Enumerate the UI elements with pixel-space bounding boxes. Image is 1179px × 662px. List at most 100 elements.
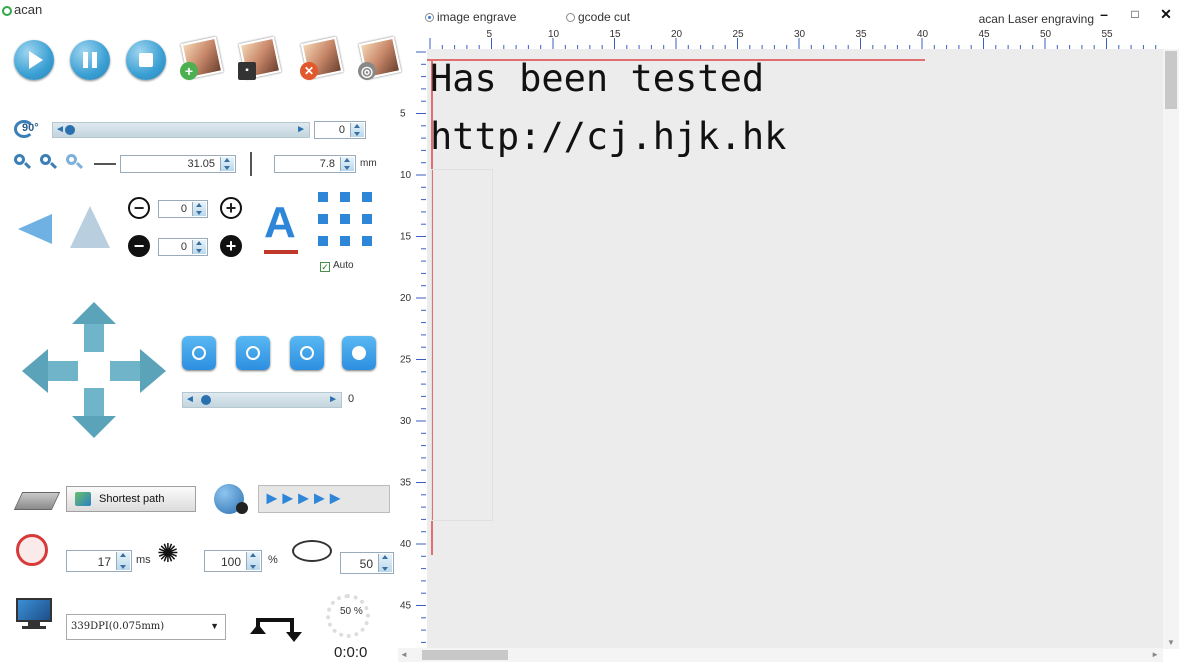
network-icon[interactable]: [212, 484, 250, 516]
ruler-top-label: 10: [548, 29, 560, 40]
chevron-down-icon: ▼: [210, 621, 219, 631]
auto-label: Auto: [333, 260, 354, 271]
mode-2-button[interactable]: [236, 336, 270, 370]
move-slider-value: 0: [348, 393, 355, 405]
move-left-icon[interactable]: [22, 349, 48, 393]
horizontal-scrollbar[interactable]: ◄ ►: [398, 648, 1163, 662]
monitor-icon: [16, 598, 54, 632]
image-engrave-label[interactable]: image engrave: [437, 10, 516, 24]
stop-icon: [139, 53, 153, 67]
text-tool-icon[interactable]: A: [262, 198, 302, 258]
minimize-button[interactable]: –: [1095, 6, 1113, 22]
ruler-top-label: 55: [1102, 29, 1114, 40]
laser-power-unit: %: [268, 554, 278, 566]
increase-1-icon[interactable]: +: [220, 197, 242, 219]
width-spinner[interactable]: 31.05: [120, 155, 236, 173]
shortest-path-button[interactable]: Shortest path: [66, 486, 196, 512]
height-spinner[interactable]: 7.8: [274, 155, 356, 173]
gcode-cut-label[interactable]: gcode cut: [578, 10, 630, 24]
rotate-icon[interactable]: 90°: [14, 118, 48, 142]
ruler-left-label: 10: [400, 170, 412, 181]
flip-vertical-icon[interactable]: [66, 204, 114, 252]
ruler-top-label: 45: [979, 29, 991, 40]
mode-3-button[interactable]: [290, 336, 324, 370]
stop-button[interactable]: [126, 40, 166, 80]
top-ruler: 5101520253035404550556: [418, 28, 1163, 50]
scroll-right-icon[interactable]: ►: [1151, 650, 1159, 659]
save-image-button[interactable]: ▪: [236, 36, 282, 80]
auto-checkbox[interactable]: ✓: [320, 262, 330, 272]
ruler-top-label: 15: [610, 29, 622, 40]
app-logo-icon: [2, 6, 12, 16]
move-down-icon[interactable]: [72, 416, 116, 438]
ruler-left-label: 40: [400, 539, 412, 550]
elapsed-timer: 0:0:0: [334, 644, 368, 661]
burn-time-icon: [16, 534, 48, 566]
depth-icon: [292, 540, 332, 562]
ruler-left-label: 20: [400, 293, 412, 304]
laser-power-spinner[interactable]: 100: [204, 550, 262, 572]
vertical-scrollbar[interactable]: ▼: [1163, 49, 1179, 649]
grid-array-icon[interactable]: [318, 192, 378, 252]
rotation-value-spinner[interactable]: 0: [314, 121, 366, 139]
ruler-top-label: 50: [1040, 29, 1052, 40]
burn-time-spinner[interactable]: 17: [66, 550, 132, 572]
ruler-top-label: 5: [487, 29, 493, 40]
increase-2-icon[interactable]: +: [220, 235, 242, 257]
play-button[interactable]: [14, 40, 54, 80]
move-right-icon[interactable]: [140, 349, 166, 393]
engraver-machine-icon[interactable]: [13, 484, 61, 514]
ruler-top-label: 40: [917, 29, 929, 40]
window-title: acan Laser engraving: [978, 12, 1094, 26]
gcode-cut-radio[interactable]: [566, 13, 575, 22]
move-pad: [22, 302, 172, 442]
image-engrave-radio[interactable]: [425, 13, 434, 22]
zoom-out-icon[interactable]: [40, 154, 58, 172]
delete-image-button[interactable]: ✕: [298, 36, 344, 80]
progress-bar: ►►►►►: [258, 485, 390, 513]
progress-percent: 50 %: [340, 606, 363, 617]
image-effects-button[interactable]: ◎: [356, 36, 402, 80]
scroll-left-icon[interactable]: ◄: [400, 650, 408, 659]
close-button[interactable]: ✕: [1157, 6, 1175, 22]
app-name: acan: [14, 2, 43, 17]
move-slider[interactable]: ◄ ►: [182, 392, 342, 408]
zoom-fit-icon[interactable]: [66, 154, 84, 172]
ruler-left-label: 35: [400, 478, 412, 489]
horizontal-scroll-thumb[interactable]: [422, 650, 508, 660]
engrave-canvas[interactable]: Has been tested http://cj.hjk.hk: [427, 49, 1163, 649]
add-image-button[interactable]: +: [178, 36, 224, 80]
engrave-text-line-1: Has been tested: [430, 57, 765, 100]
height-icon: [250, 152, 252, 176]
burn-time-unit: ms: [136, 554, 151, 566]
vertical-scroll-thumb[interactable]: [1165, 51, 1177, 109]
adjust-1-spinner[interactable]: 0: [158, 200, 208, 218]
move-up-icon[interactable]: [72, 302, 116, 324]
size-unit: mm: [360, 158, 377, 169]
scroll-down-icon[interactable]: ▼: [1167, 638, 1175, 647]
dpi-select[interactable]: 339DPI(0.075mm) ▼: [66, 614, 226, 640]
mode-1-button[interactable]: [182, 336, 216, 370]
repeat-icon[interactable]: [248, 610, 304, 646]
ruler-left-label: 5: [400, 109, 406, 120]
maximize-button[interactable]: □: [1126, 6, 1144, 22]
decrease-2-icon[interactable]: −: [128, 235, 150, 257]
ruler-top-label: 35: [856, 29, 868, 40]
ruler-left-label: 25: [400, 355, 412, 366]
adjust-2-spinner[interactable]: 0: [158, 238, 208, 256]
flip-horizontal-icon[interactable]: [14, 208, 54, 252]
selection-region: [431, 169, 493, 521]
ruler-left-label: 30: [400, 416, 412, 427]
left-ruler: 5 10 15 20 25 30 35 40 45: [398, 49, 426, 649]
depth-spinner[interactable]: 50: [340, 552, 394, 574]
zoom-in-icon[interactable]: [14, 154, 32, 172]
ruler-top-label: 25: [733, 29, 745, 40]
mode-4-button[interactable]: [342, 336, 376, 370]
width-icon: [94, 163, 116, 165]
ruler-top-label: 20: [671, 29, 683, 40]
ruler-left-label: 45: [400, 601, 412, 612]
laser-power-icon: ✺: [157, 538, 179, 568]
rotation-slider[interactable]: ◄ ►: [52, 122, 310, 138]
decrease-1-icon[interactable]: −: [128, 197, 150, 219]
pause-button[interactable]: [70, 40, 110, 80]
